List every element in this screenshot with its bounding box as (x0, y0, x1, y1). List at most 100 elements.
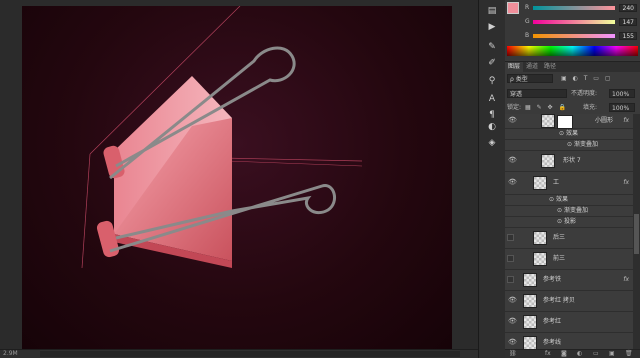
channel-label-b: B (525, 32, 530, 39)
slider-b[interactable]: B 155 (525, 32, 638, 42)
layer-row[interactable]: 👁 形状 7 (505, 151, 633, 172)
visibility-toggle[interactable] (507, 234, 514, 241)
layer-thumbnail (533, 252, 547, 266)
right-panel: R 240 G 147 B 155 图层 通道 路径 ρ 类型 ▣ ◐ T ▭ … (505, 0, 640, 358)
slider-track-r[interactable] (533, 6, 615, 10)
styles-icon[interactable]: ◈ (487, 138, 497, 148)
visibility-toggle[interactable] (507, 255, 514, 262)
channel-value-r[interactable]: 240 (619, 4, 637, 12)
layer-thumbnail (523, 273, 537, 287)
blend-mode-select[interactable]: 穿透 (507, 89, 567, 98)
layer-row[interactable]: 👁 工 fx (505, 172, 633, 195)
effect-gradient-overlay: ⊙ 渐变叠加 (567, 141, 598, 148)
fill-input[interactable]: 100% (609, 103, 635, 112)
layer-effects-row[interactable]: ⊙ 效果 (505, 129, 633, 140)
adjustment-layer-icon[interactable]: ◐ (577, 350, 582, 358)
add-style-icon[interactable]: fx (545, 350, 551, 358)
layer-name: 参考红 拷贝 (543, 297, 575, 304)
new-group-icon[interactable]: ▭ (593, 350, 599, 358)
layer-row[interactable]: 前三 (505, 249, 633, 270)
slider-track-g[interactable] (533, 20, 615, 24)
layer-effects-row[interactable]: ⊙ 效果 (505, 195, 633, 206)
tab-paths[interactable]: 路径 (541, 62, 559, 72)
actions-icon[interactable]: ▶ (487, 22, 497, 32)
add-mask-icon[interactable]: ◙ (561, 350, 567, 358)
color-spectrum[interactable] (507, 46, 638, 56)
layer-name: 参考铁 (543, 276, 562, 283)
layers-bottom-toolbar: ⛓ fx ◙ ◐ ▭ ▣ 🗑 (505, 349, 640, 358)
visibility-eye-icon[interactable]: 👁 (508, 318, 517, 325)
layer-thumbnail (523, 315, 537, 329)
delete-layer-icon[interactable]: 🗑 (625, 350, 633, 358)
layer-filter-select[interactable]: ρ 类型 (507, 74, 553, 83)
layer-mask-thumbnail (557, 115, 573, 129)
guide-line (226, 160, 363, 167)
binder-clip-artwork (81, 6, 363, 269)
color-panel: R 240 G 147 B 155 (505, 0, 640, 60)
layer-thumbnail (523, 336, 537, 350)
channel-value-g[interactable]: 147 (619, 18, 637, 26)
slider-track-b[interactable] (533, 34, 615, 38)
channel-label-r: R (525, 4, 530, 11)
layer-thumbnail (523, 294, 537, 308)
fill-label: 填充: (583, 104, 598, 111)
visibility-eye-icon[interactable]: 👁 (508, 117, 517, 124)
effects-label: ⊙ 效果 (549, 196, 568, 203)
layer-name: 小圆形 (595, 117, 614, 124)
visibility-eye-icon[interactable]: 👁 (508, 297, 517, 304)
effect-drop-shadow: ⊙ 投影 (557, 218, 576, 225)
layer-name: 参考红 (543, 318, 562, 325)
brush-presets-icon[interactable]: ✐ (487, 58, 497, 68)
layer-effect-row[interactable]: ⊙ 投影 (505, 217, 633, 228)
slider-g[interactable]: G 147 (525, 18, 638, 28)
clone-source-icon[interactable]: ⚲ (487, 76, 497, 86)
layer-fx-badge[interactable]: fx (623, 276, 629, 283)
horizontal-scrollbar[interactable] (40, 351, 460, 357)
scroll-thumb[interactable] (634, 214, 639, 254)
lock-label: 锁定: (507, 104, 522, 111)
layer-row[interactable]: 参考铁 fx (505, 270, 633, 291)
foreground-color-swatch[interactable] (507, 2, 519, 14)
effects-label: ⊙ 效果 (559, 130, 578, 137)
layers-scrollbar[interactable] (633, 114, 640, 350)
guide-line (221, 157, 363, 162)
visibility-eye-icon[interactable]: 👁 (508, 179, 517, 186)
layer-row[interactable]: 👁 小圆形 fx (505, 114, 633, 129)
layer-row[interactable]: 👁 参考红 (505, 312, 633, 333)
opacity-label: 不透明度: (571, 90, 598, 97)
channel-value-b[interactable]: 155 (619, 32, 637, 40)
layer-name: 后三 (553, 234, 566, 241)
layer-thumbnail (541, 154, 555, 168)
new-layer-icon[interactable]: ▣ (609, 350, 615, 358)
layer-row[interactable]: 后三 (505, 228, 633, 249)
filter-icons[interactable]: ▣ ◐ T ▭ ▢ (561, 74, 613, 83)
visibility-eye-icon[interactable]: 👁 (508, 339, 517, 346)
opacity-input[interactable]: 100% (609, 89, 635, 98)
paragraph-icon[interactable]: ¶ (487, 110, 497, 120)
history-icon[interactable]: ▤ (487, 6, 497, 16)
layer-thumbnail (533, 231, 547, 245)
layer-effect-row[interactable]: ⊙ 渐变叠加 (505, 140, 633, 151)
layer-name: 前三 (553, 255, 566, 262)
adjustments-icon[interactable]: ◐ (487, 122, 497, 132)
lock-icons[interactable]: ▦ ✎ ✥ 🔒 (525, 103, 568, 112)
character-icon[interactable]: A (487, 94, 497, 104)
brush-icon[interactable]: ✎ (487, 42, 497, 52)
layer-fx-badge[interactable]: fx (623, 179, 629, 186)
tab-layers[interactable]: 图层 (505, 62, 524, 72)
link-layers-icon[interactable]: ⛓ (509, 350, 517, 358)
layer-row[interactable]: 👁 参考红 拷贝 (505, 291, 633, 312)
panel-icon-strip: ▤ ▶ ✎ ✐ ⚲ A ¶ ◐ ◈ (478, 0, 506, 358)
document-canvas[interactable] (22, 6, 452, 350)
layers-list: 👁 小圆形 fx ⊙ 效果 ⊙ 渐变叠加 👁 形状 7 👁 工 fx ⊙ 效果 (505, 114, 633, 358)
layer-thumbnail (533, 176, 547, 190)
layers-tabbar: 图层 通道 路径 (505, 61, 640, 72)
slider-r[interactable]: R 240 (525, 4, 638, 14)
layer-fx-badge[interactable]: fx (623, 117, 629, 124)
visibility-toggle[interactable] (507, 276, 514, 283)
guide-line (81, 153, 91, 269)
tab-channels[interactable]: 通道 (523, 62, 541, 72)
layer-effect-row[interactable]: ⊙ 渐变叠加 (505, 206, 633, 217)
layer-name: 工 (553, 179, 560, 186)
visibility-eye-icon[interactable]: 👁 (508, 157, 517, 164)
